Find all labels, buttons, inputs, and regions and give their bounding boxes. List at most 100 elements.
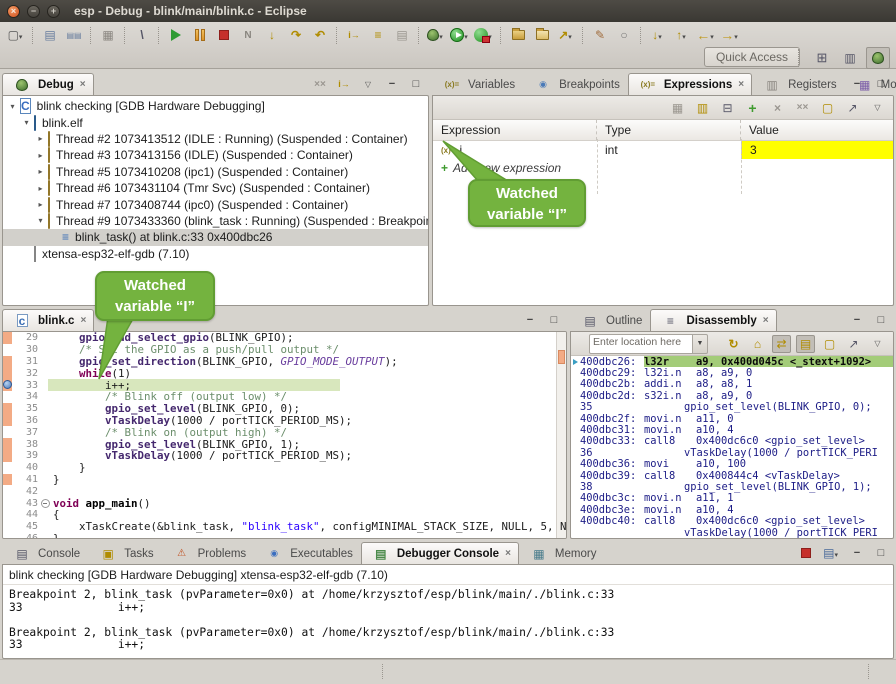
run-icon[interactable]: ▾ [448,24,472,46]
disassembly-line[interactable]: 400dbc2b:addi.na8, a8, 1 [571,379,893,390]
tab-outline[interactable]: ▤Outline [570,309,650,331]
annotation-ruler[interactable] [3,367,12,379]
value-cell[interactable]: 3 [741,141,893,159]
annotation-ruler[interactable] [3,497,12,509]
tab-variables[interactable]: (x)=Variables [432,73,523,95]
new-view-icon[interactable]: ▢ [818,99,837,117]
expander-icon[interactable]: ▸ [35,134,46,143]
annotation-ruler[interactable] [3,415,12,427]
debug-tree-item[interactable]: ▾Cblink checking [GDB Hardware Debugging… [3,98,428,114]
close-button[interactable]: × [7,5,20,18]
maximize-icon[interactable]: □ [872,312,890,328]
external-tools-icon[interactable]: ▾ [472,24,496,46]
tab-close-icon[interactable]: × [80,315,86,326]
goto-marker-icon[interactable]: ↑▾ [670,24,694,46]
editor-line[interactable]: 39 vTaskDelay(1000 / portTICK_PERIOD_MS)… [3,450,566,462]
disassembly-line[interactable]: 38gpio_set_level(BLINK_GPIO, 1); [571,481,893,492]
code-text[interactable]: vTaskDelay(1000 / portTICK_PERIOD_MS); [51,449,352,462]
editor-line[interactable]: 34 /* Blink off (output low) */ [3,391,566,403]
annotation-ruler[interactable] [3,462,12,474]
console-picker-icon[interactable]: ▤▾ [821,545,842,561]
breakpoint-icon[interactable] [3,380,12,389]
step-over-icon[interactable]: ↷ [284,24,308,46]
minimize-icon[interactable]: − [848,312,866,328]
overview-ruler[interactable] [556,332,566,538]
sync-icon[interactable]: ⇄ [772,335,791,353]
code-text[interactable]: } [51,473,60,486]
step-return-icon[interactable]: ↶ [308,24,332,46]
annotation-ruler[interactable] [3,533,12,539]
disassembly-line[interactable]: 400dbc36:movia10, 100 [571,459,893,470]
editor-line[interactable]: 41} [3,474,566,486]
disassembly-line[interactable]: 400dbc26:l32ra9, 0x400d045c <_stext+1092… [571,356,893,367]
suspend-icon[interactable] [188,24,212,46]
disassembly-line[interactable]: 400dbc2f:movi.na11, 0 [571,413,893,424]
code-text[interactable]: void app_main() [51,497,151,510]
editor-line[interactable]: 43void app_main() [3,497,566,509]
disassembly-listing[interactable]: 400dbc26:l32ra9, 0x400d045c <_stext+1092… [571,356,893,538]
breakpoint-ruler[interactable] [3,379,12,391]
tab-debugger-console[interactable]: ▤Debugger Console× [361,542,519,564]
remove-all-expressions-icon[interactable]: ×× [793,99,812,117]
tab-console[interactable]: ▤Console [2,542,88,564]
skip-breakpoints-icon[interactable]: \ [130,24,154,46]
disassembly-line[interactable]: 36vTaskDelay(1000 / portTICK_PERI [571,447,893,458]
forward-icon-dropdown[interactable]: ▾ [734,33,738,41]
view-menu-icon[interactable]: ▽ [868,99,887,117]
cpp-perspective-icon[interactable]: ▥ [838,47,862,69]
tab-close-icon[interactable]: × [763,315,769,326]
debug-perspective-icon[interactable] [866,47,890,69]
open-perspective-icon[interactable]: ⊞ [810,47,834,69]
debug-tree-item[interactable]: ▸Thread #5 1073410208 (ipc1) (Suspended … [3,164,428,180]
expander-icon[interactable]: ▾ [7,102,18,111]
disassembly-line[interactable]: 400dbc3e:movi.na10, 4 [571,504,893,515]
search-icon[interactable]: ○ [612,24,636,46]
disconnect-icon[interactable]: N [236,24,260,46]
tab-disassembly[interactable]: ≡Disassembly× [650,309,776,331]
minimize-icon[interactable]: − [848,76,866,92]
annotation-ruler[interactable] [3,403,12,415]
disassembly-line[interactable]: 400dbc3c:movi.na11, 1 [571,493,893,504]
disassembly-line[interactable]: 400dbc33:call80x400dc6c0 <gpio_set_level… [571,436,893,447]
view-menu-icon[interactable]: ▽ [868,335,887,353]
minimize-icon[interactable]: − [848,545,866,561]
build-icon[interactable]: ▦ [96,24,120,46]
tab-tasks[interactable]: ▣Tasks [88,542,161,564]
resume-icon[interactable] [164,24,188,46]
minimize-icon[interactable]: − [521,312,539,328]
tab-problems[interactable]: ⚠Problems [162,542,255,564]
editor-line[interactable]: 37 /* Blink on (output high) */ [3,426,566,438]
maximize-icon[interactable]: □ [407,76,425,92]
disassembly-line[interactable]: 400dbc40:call80x400dc6c0 <gpio_set_level… [571,515,893,526]
open-project-icon[interactable] [506,24,530,46]
pin-view-icon[interactable]: ↗ [843,99,862,117]
add-expression-icon[interactable]: + [743,99,762,117]
disassembly-line[interactable]: 35gpio_set_level(BLINK_GPIO, 0); [571,402,893,413]
tab-close-icon[interactable]: × [505,548,511,559]
disassembly-line[interactable]: 400dbc31:movi.na10, 4 [571,424,893,435]
editor-line[interactable]: 46} [3,533,566,539]
disassembly-line[interactable]: 400dbc39:call80x400844c4 <vTaskDelay> [571,470,893,481]
column-header-value[interactable]: Value [741,120,893,140]
disassembly-line[interactable]: 400dbc29:l32i.na8, a9, 0 [571,367,893,378]
tab-debug[interactable]: Debug× [2,73,94,95]
show-types-icon[interactable]: ▦ [668,99,687,117]
code-text[interactable]: xTaskCreate(&blink_task, "blink_task", c… [51,520,567,533]
expander-icon[interactable]: ▸ [35,151,46,160]
debug-tree-item[interactable]: ≡blink_task() at blink.c:33 0x400dbc26 [3,229,428,245]
annotation-ruler[interactable] [3,344,12,356]
quick-access-button[interactable]: Quick Access [704,47,800,67]
fold-marker-icon[interactable] [41,497,51,509]
maximize-icon[interactable]: □ [872,545,890,561]
disassembly-line[interactable]: 400dbc2d:s32i.na8, a9, 0 [571,390,893,401]
tab-close-icon[interactable]: × [80,79,86,90]
debug-icon-dropdown[interactable]: ▾ [439,33,443,41]
expander-icon[interactable]: ▸ [35,184,46,193]
expander-icon[interactable]: ▾ [21,118,32,127]
annotation-ruler[interactable] [3,332,12,344]
debug-icon[interactable]: ▾ [424,24,448,46]
back-icon-dropdown[interactable]: ▾ [710,33,714,41]
remove-all-terminated-icon[interactable]: ×× [311,76,329,92]
step-filters-icon[interactable]: ≡ [366,24,390,46]
expander-icon[interactable]: ▸ [35,167,46,176]
